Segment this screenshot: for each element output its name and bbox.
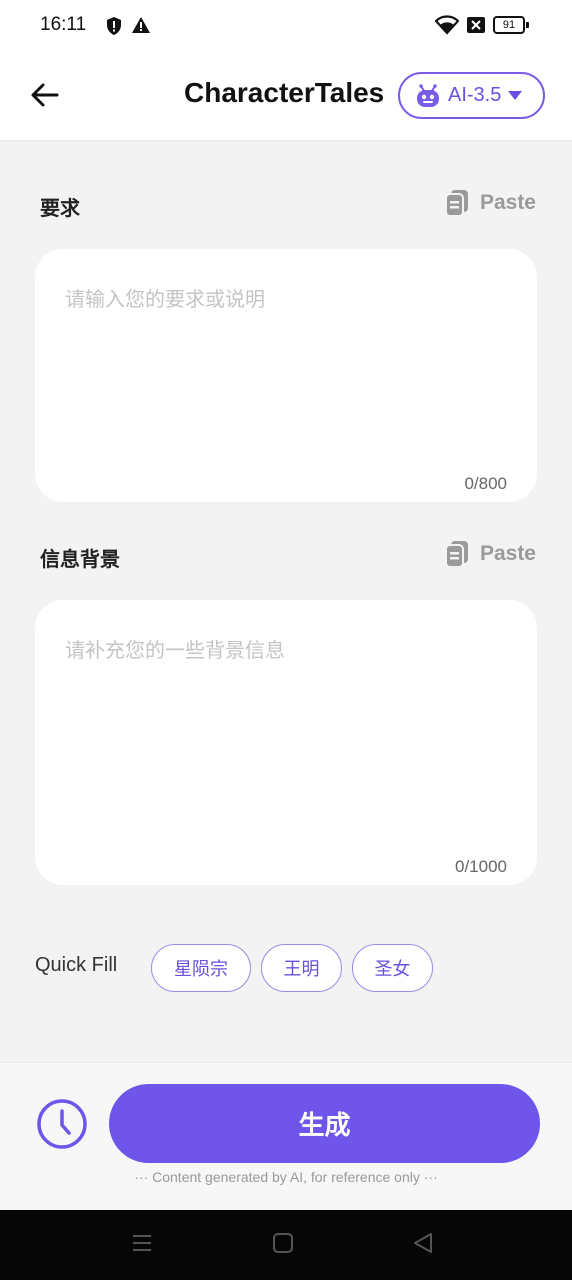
home-square-icon[interactable] [272, 1232, 294, 1258]
disclaimer-text: ··· Content generated by AI, for referen… [134, 1169, 438, 1185]
paste-label: Paste [479, 191, 536, 214]
quick-fill-chip[interactable]: 王明 [261, 944, 342, 992]
background-counter: 0/1000 [455, 857, 507, 876]
paste-label: Paste [479, 542, 536, 565]
battery-icon: 91 [493, 16, 529, 34]
page-title: CharacterTales [184, 77, 385, 108]
generate-label: 生成 [298, 1111, 351, 1141]
requirements-placeholder: 请输入您的要求或说明 [65, 287, 265, 311]
status-bar: 16:11 91 [0, 0, 572, 52]
background-paste-button[interactable]: Paste [444, 540, 536, 568]
background-label: 信息背景 [40, 547, 120, 571]
battery-level: 91 [493, 16, 525, 34]
generate-button[interactable]: 生成 [109, 1084, 540, 1163]
menu-icon[interactable] [131, 1232, 153, 1258]
shield-alert-icon [105, 16, 123, 40]
bottom-action-bar: 生成 ··· Content generated by AI, for refe… [0, 1062, 572, 1210]
arrow-left-icon[interactable] [28, 78, 62, 112]
quick-fill-chip[interactable]: 圣女 [352, 944, 433, 992]
quick-fill-label: Quick Fill [35, 954, 118, 976]
quick-fill-chip[interactable]: 星陨宗 [151, 944, 251, 992]
app-bar: CharacterTales AI-3.5 [0, 52, 572, 140]
warning-icon [131, 16, 151, 38]
background-input[interactable]: 请补充您的一些背景信息 0/1000 [35, 600, 537, 885]
model-label: AI-3.5 [448, 84, 502, 106]
caret-down-icon [508, 91, 523, 100]
robot-icon [415, 83, 441, 109]
wifi-icon [434, 15, 460, 39]
background-placeholder: 请补充您的一些背景信息 [65, 638, 285, 662]
back-triangle-icon[interactable] [412, 1232, 434, 1258]
requirements-paste-button[interactable]: Paste [444, 189, 536, 217]
clock-icon[interactable] [36, 1098, 88, 1150]
model-selector[interactable]: AI-3.5 [398, 72, 545, 119]
requirements-input[interactable]: 请输入您的要求或说明 0/800 [35, 249, 537, 502]
close-box-icon [466, 16, 486, 38]
requirements-counter: 0/800 [464, 474, 507, 493]
system-nav-bar [0, 1210, 572, 1280]
status-time: 16:11 [40, 14, 87, 35]
requirements-label: 要求 [40, 196, 80, 220]
clipboard-icon [444, 541, 468, 568]
clipboard-icon [444, 190, 468, 217]
